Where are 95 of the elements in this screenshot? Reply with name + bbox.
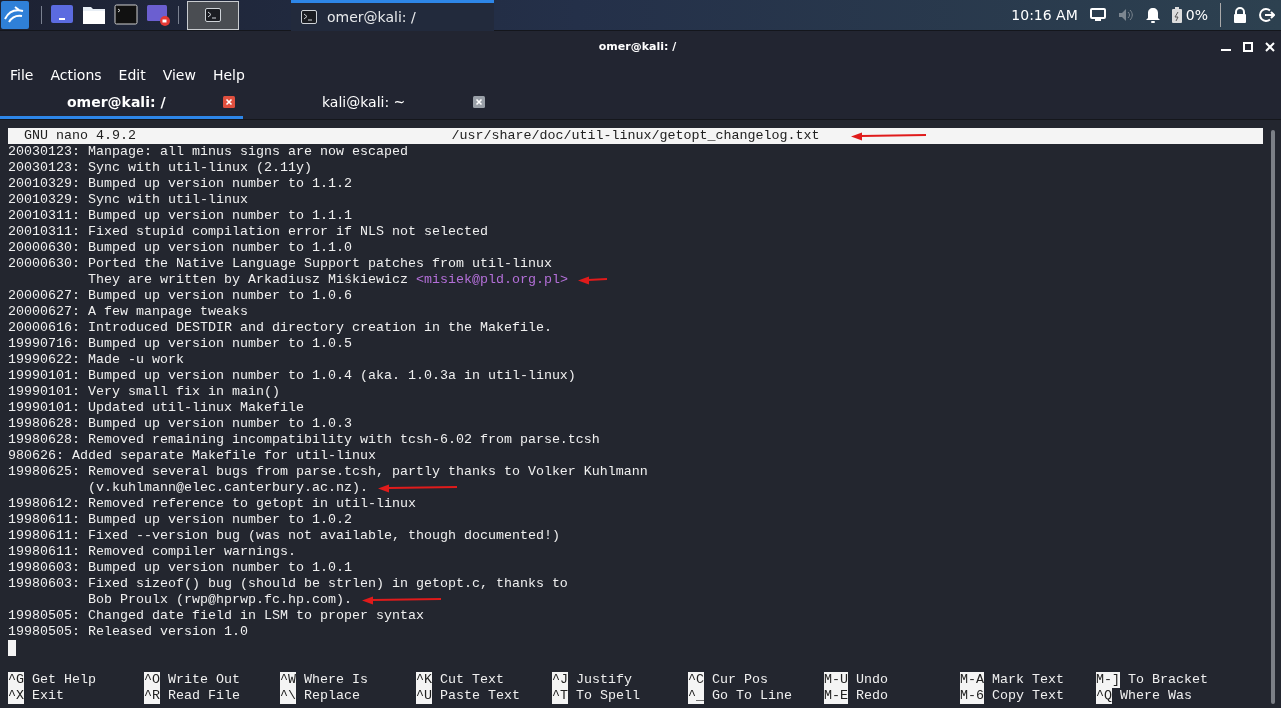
- shortcut-label: Read File: [168, 688, 240, 704]
- text-line: 19990101: Updated util-linux Makefile: [8, 400, 304, 416]
- shortcut-key: ^U: [416, 688, 432, 704]
- menu-item[interactable]: View: [162, 67, 196, 83]
- shortcut-label: Justify: [576, 672, 632, 688]
- shortcut-key: ^R: [144, 688, 160, 704]
- clock[interactable]: 10:16 AM: [1011, 7, 1078, 23]
- menu-item[interactable]: Edit: [118, 67, 146, 83]
- text-line: 19980505: Changed date field in LSM to proper syntax: [8, 608, 424, 624]
- menu-item[interactable]: Help: [212, 67, 245, 83]
- dragon-logo-icon[interactable]: [1, 1, 29, 29]
- shortcut-key: M-6: [960, 688, 984, 704]
- shortcut-label: Undo: [856, 672, 888, 688]
- logout-icon[interactable]: [1259, 7, 1275, 23]
- text-line: 19990622: Made -u work: [8, 352, 184, 368]
- shortcut-key: ^G: [8, 672, 24, 688]
- text-line: 19980625: Removed several bugs from parse.tcsh, partly thanks to Volker Kuhlmann: [8, 464, 648, 480]
- shortcut-key: ^X: [8, 688, 24, 704]
- close-icon[interactable]: [1265, 41, 1275, 52]
- text-line: 19980628: Removed remaining incompatibility with tcsh-6.02 from parse.tcsh: [8, 432, 600, 448]
- shortcut-key: ^T: [552, 688, 568, 704]
- taskbar-window-button[interactable]: omer@kali: /: [291, 0, 494, 31]
- shortcut-key: ^O: [144, 672, 160, 688]
- shortcut-label: Cut Text: [440, 672, 504, 688]
- text-line: (v.kuhlmann@elec.canterbury.ac.nz).: [88, 480, 368, 496]
- shortcut-key: M-E: [824, 688, 848, 704]
- text-line: 20000616: Introduced DESTDIR and directory creation in the Makefile.: [8, 320, 552, 336]
- bell-icon[interactable]: [1145, 7, 1160, 23]
- text-line: 20000630: Ported the Native Language Support patches from util-linux: [8, 256, 552, 272]
- text-line: 19980611: Fixed --version bug (was not available, though documented!): [8, 528, 560, 544]
- menu-item[interactable]: Actions: [50, 67, 102, 83]
- tab[interactable]: kali@kali: ~: [243, 88, 493, 119]
- shortcut-label: Cur Pos: [712, 672, 768, 688]
- shortcut-key: ^K: [416, 672, 432, 688]
- terminal-icon: [205, 8, 221, 22]
- shortcut-label: Replace: [304, 688, 360, 704]
- lock-icon[interactable]: [1233, 7, 1247, 23]
- text-line: 19980628: Bumped up version number to 1.0.3: [8, 416, 352, 432]
- text-line: 20010329: Sync with util-linux: [8, 192, 248, 208]
- screen-recorder-icon[interactable]: [146, 3, 170, 27]
- text-line: 20010311: Fixed stupid compilation error if NLS not selected: [8, 224, 488, 240]
- shortcut-label: Go To Line: [712, 688, 792, 704]
- shortcut-label: Write Out: [168, 672, 240, 688]
- shortcut-key: ^Q: [1096, 688, 1112, 704]
- scrollbar[interactable]: [1271, 130, 1275, 704]
- text-line: 19980603: Bumped up version number to 1.0.1: [8, 560, 352, 576]
- text-line: 20000630: Bumped up version number to 1.1.0: [8, 240, 352, 256]
- text-line: 20000627: A few manpage tweaks: [8, 304, 248, 320]
- shortcut-label: Paste Text: [440, 688, 520, 704]
- shortcut-label: To Bracket: [1128, 672, 1208, 688]
- text-line: 19980612: Removed reference to getopt in util-linux: [8, 496, 416, 512]
- battery-percentage: 0%: [1185, 7, 1208, 23]
- text-line: 980626: Added separate Makefile for util-linux: [8, 448, 376, 464]
- text-line: 19990101: Very small fix in main(): [8, 384, 280, 400]
- text-line: 19990716: Bumped up version number to 1.0.5: [8, 336, 352, 352]
- battery-icon[interactable]: [1171, 7, 1182, 23]
- shortcut-key: M-U: [824, 672, 848, 688]
- menu-item[interactable]: File: [10, 67, 34, 83]
- text-line: 19980611: Removed compiler warnings.: [8, 544, 296, 560]
- text-line: 19980505: Released version 1.0: [8, 624, 248, 640]
- shortcut-key: ^\: [280, 688, 296, 704]
- shortcut-key: ^_: [688, 688, 704, 704]
- file-path: /usr/share/doc/util-linux/getopt_changelog.txt: [451, 128, 820, 144]
- shortcut-label: Mark Text: [992, 672, 1064, 688]
- text-line: 20030123: Sync with util-linux (2.11y): [8, 160, 312, 176]
- text-line: 20030123: Manpage: all minus signs are now escaped: [8, 144, 408, 160]
- shortcut-key: M-A: [960, 672, 984, 688]
- speaker-icon[interactable]: [1117, 8, 1134, 22]
- text-line: 19980611: Bumped up version number to 1.0.2: [8, 512, 352, 528]
- text-line: 20010329: Bumped up version number to 1.1.2: [8, 176, 352, 192]
- text-line: 19990101: Bumped up version number to 1.0.4 (aka. 1.0.3a in util-linux): [8, 368, 576, 384]
- terminal-icon: [301, 9, 317, 24]
- shortcut-key: ^W: [280, 672, 296, 688]
- text-line: They are written by Arkadiusz Miśkiewicz <misiek@pld.org.pl>: [88, 272, 568, 288]
- text-line: 20000627: Bumped up version number to 1.0.6: [8, 288, 352, 304]
- maximize-icon[interactable]: [1243, 41, 1253, 52]
- window-title: omer@kali: /: [598, 40, 677, 53]
- window-switch-button[interactable]: [187, 0, 239, 30]
- shortcut-label: Where Is: [304, 672, 368, 688]
- shortcut-label: Copy Text: [992, 688, 1064, 704]
- close-icon[interactable]: [223, 96, 235, 108]
- shortcut-label: Get Help: [32, 672, 96, 688]
- shortcut-key: ^J: [552, 672, 568, 688]
- shortcut-key: M-]: [1096, 672, 1120, 688]
- text-line: 20010311: Bumped up version number to 1.1.1: [8, 208, 352, 224]
- shortcut-label: Redo: [856, 688, 888, 704]
- shortcut-label: Exit: [32, 688, 64, 704]
- shortcut-label: Where Was: [1120, 688, 1192, 704]
- display-icon[interactable]: [1089, 8, 1106, 22]
- shortcut-label: To Spell: [576, 688, 640, 704]
- shortcut-key: ^C: [688, 672, 704, 688]
- terminal-icon[interactable]: [114, 3, 138, 27]
- app-version: GNU nano 4.9.2: [23, 128, 137, 144]
- text-line: 19980603: Fixed sizeof() bug (should be strlen) in getopt.c, thanks to: [8, 576, 568, 592]
- text-line: Bob Proulx (rwp@hprwp.fc.hp.com).: [88, 592, 352, 608]
